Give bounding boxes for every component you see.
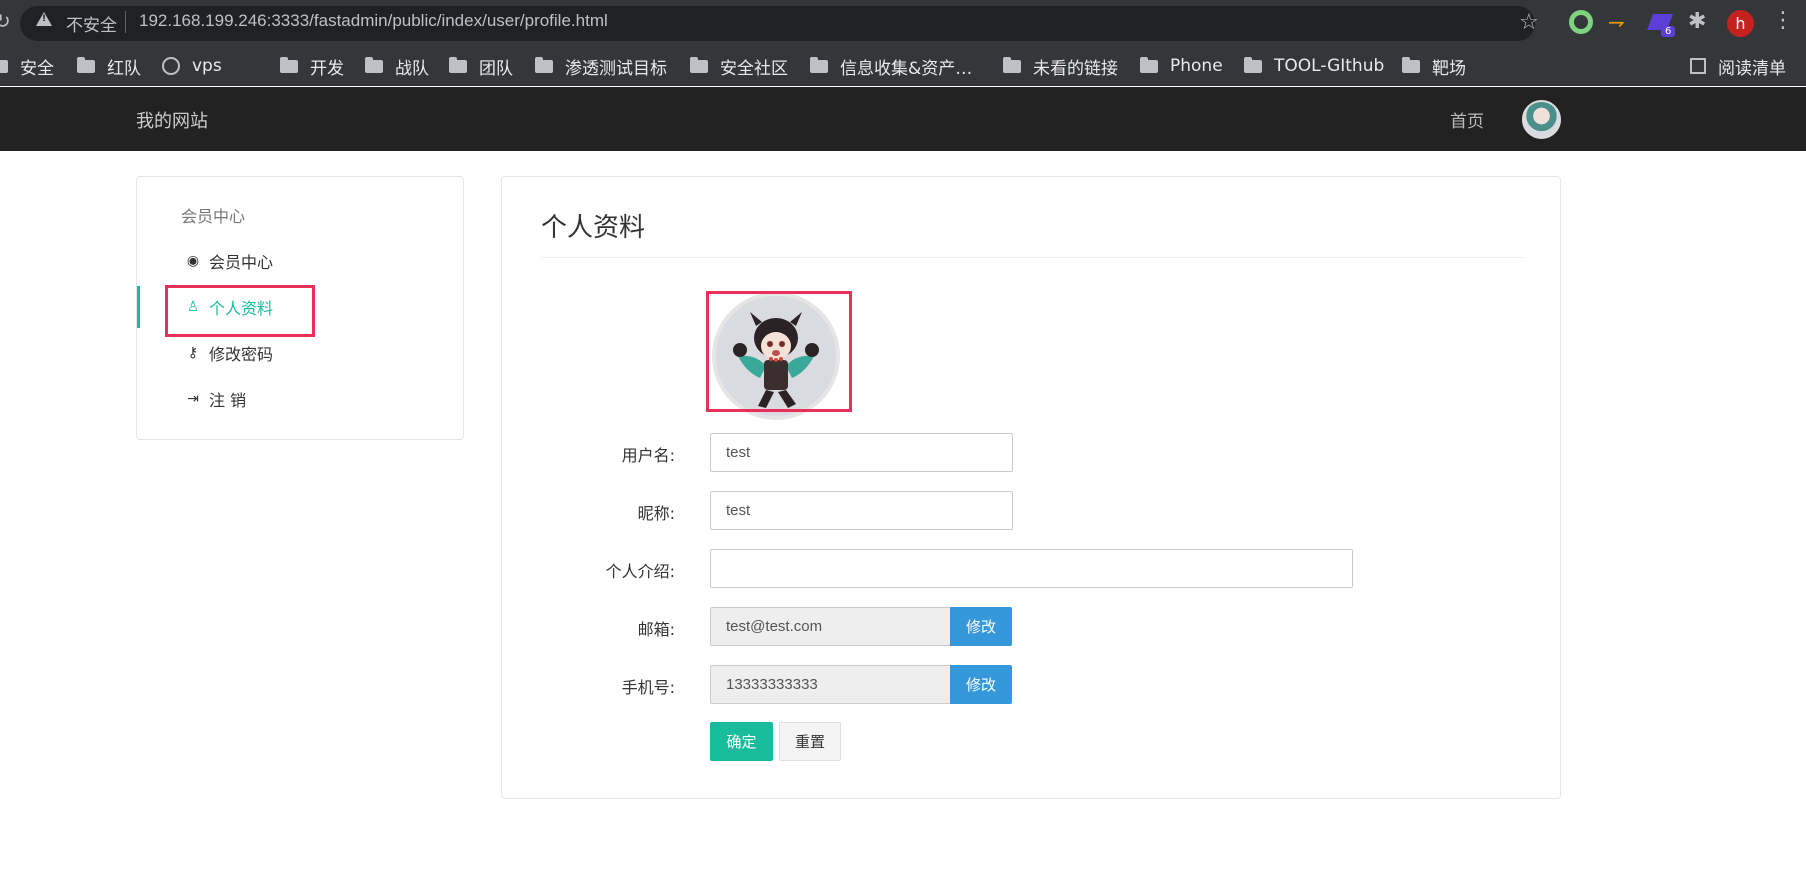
folder-icon	[1140, 56, 1158, 73]
browser-address-bar: ↻ 不安全 192.168.199.246:3333/fastadmin/pub…	[0, 0, 1806, 47]
extension-arrow-icon[interactable]: ⇁	[1608, 10, 1632, 34]
edit-mobile-button[interactable]: 修改	[950, 665, 1012, 704]
bookmark-item[interactable]: 团队	[449, 53, 513, 79]
sign-out-icon: ⇥	[187, 391, 199, 407]
insecure-label[interactable]: 不安全	[66, 11, 117, 36]
site-brand[interactable]: 我的网站	[136, 107, 208, 133]
reading-list-button[interactable]: 阅读清单	[1690, 53, 1786, 79]
email-input[interactable]	[710, 607, 951, 646]
page-title: 个人资料	[541, 213, 646, 243]
extension-badge: 6	[1661, 26, 1676, 37]
folder-icon	[77, 56, 95, 73]
bookmark-item[interactable]: vps	[162, 53, 222, 79]
form-row-email: 邮箱: 修改	[502, 607, 1562, 647]
bookmark-item[interactable]: Phone	[1140, 53, 1223, 79]
bookmarks-bar: 安全 红队 vps 开发 战队 团队 渗透测试目标 安全社区 信息收集&资产… …	[0, 47, 1806, 86]
key-icon: ⚷	[187, 345, 199, 361]
extensions-puzzle-icon[interactable]: ✱	[1688, 9, 1706, 34]
sidebar-item-change-password[interactable]: ⚷ 修改密码	[137, 332, 463, 374]
form-row-username: 用户名:	[502, 433, 1562, 473]
form-row-mobile: 手机号: 修改	[502, 665, 1562, 705]
browser-menu-icon[interactable]: ⋮	[1772, 8, 1794, 33]
profile-panel: 个人资料 用户名: 昵称: 个人	[501, 176, 1561, 799]
folder-icon	[280, 56, 298, 73]
confirm-button[interactable]: 确定	[710, 722, 773, 761]
bookmark-item[interactable]: TOOL-GIthub	[1244, 53, 1384, 79]
site-navbar: 我的网站 首页	[0, 87, 1806, 151]
warning-icon[interactable]	[36, 12, 52, 26]
folder-icon	[690, 56, 708, 73]
folder-icon	[1402, 56, 1420, 73]
anime-avatar-image	[716, 296, 836, 416]
username-input[interactable]	[710, 433, 1013, 472]
form-row-bio: 个人介绍:	[502, 549, 1562, 589]
username-label: 用户名:	[621, 446, 675, 465]
mobile-input[interactable]	[710, 665, 951, 704]
bookmark-item[interactable]: 红队	[77, 53, 141, 79]
bio-input[interactable]	[710, 549, 1353, 588]
sidebar-item-logout[interactable]: ⇥ 注 销	[137, 378, 463, 420]
bookmark-item[interactable]: 战队	[365, 53, 429, 79]
sidebar-item-member-center[interactable]: ◉ 会员中心	[137, 240, 463, 282]
reload-icon[interactable]: ↻	[0, 9, 11, 33]
member-sidebar: 会员中心 ◉ 会员中心 ♙ 个人资料 ⚷ 修改密码 ⇥ 注 销	[136, 176, 464, 440]
user-icon: ♙	[186, 299, 200, 315]
folder-icon	[1244, 56, 1262, 73]
bookmark-item[interactable]: 未看的链接	[1003, 53, 1118, 79]
folder-icon	[535, 56, 553, 73]
folder-icon	[365, 56, 383, 73]
reading-list-icon	[1690, 58, 1706, 74]
folder-icon	[1003, 56, 1021, 73]
sidebar-item-profile[interactable]: ♙ 个人资料	[137, 286, 463, 328]
bookmark-item[interactable]: 安全社区	[690, 53, 788, 79]
reset-button[interactable]: 重置	[779, 722, 841, 761]
bookmark-item[interactable]: 靶场	[1402, 53, 1466, 79]
bookmark-star-icon[interactable]: ☆	[1519, 10, 1539, 35]
bookmark-item[interactable]: 渗透测试目标	[535, 53, 667, 79]
browser-profile-avatar[interactable]: h	[1727, 10, 1754, 37]
user-avatar[interactable]	[1522, 100, 1561, 139]
bio-label: 个人介绍:	[605, 562, 675, 581]
bookmark-item[interactable]: 信息收集&资产…	[810, 53, 972, 79]
bookmark-item[interactable]: 安全	[0, 53, 54, 79]
email-label: 邮箱:	[637, 620, 675, 639]
form-row-nickname: 昵称:	[502, 491, 1562, 531]
edit-email-button[interactable]: 修改	[950, 607, 1012, 646]
profile-avatar-upload[interactable]	[712, 292, 840, 420]
extension-ring-icon[interactable]	[1569, 10, 1593, 34]
user-circle-icon: ◉	[186, 253, 200, 269]
mobile-label: 手机号:	[621, 678, 675, 697]
nav-home-link[interactable]: 首页	[1450, 107, 1484, 132]
nickname-input[interactable]	[710, 491, 1013, 530]
bookmark-item[interactable]: 开发	[280, 53, 344, 79]
nickname-label: 昵称:	[637, 504, 675, 523]
folder-icon	[0, 59, 8, 73]
sidebar-heading: 会员中心	[181, 207, 246, 226]
title-divider	[541, 257, 1524, 258]
folder-icon	[449, 56, 467, 73]
globe-icon	[162, 57, 180, 75]
address-separator	[125, 11, 126, 33]
folder-icon	[810, 56, 828, 73]
url-text[interactable]: 192.168.199.246:3333/fastadmin/public/in…	[139, 11, 608, 31]
